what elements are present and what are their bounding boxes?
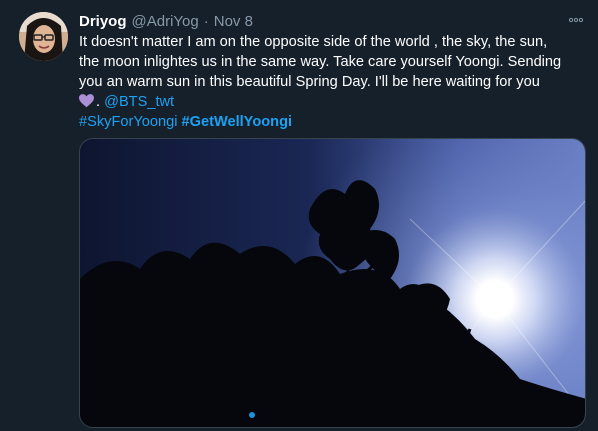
carousel-indicator — [249, 412, 255, 418]
tweet-text-line: the moon inlightes us in the same way. T… — [79, 54, 562, 70]
hashtags-line: #SkyForYoongi #GetWellYoongi — [79, 112, 591, 132]
hashtag-link[interactable]: #SkyForYoongi — [79, 114, 177, 130]
text-period: . — [96, 94, 101, 110]
tweet-header: Driyog @AdriYog · Nov 8 — [79, 11, 253, 31]
tweet-text-line: you an warm sun in this beautiful Spring… — [79, 74, 540, 90]
hashtag-link[interactable]: #GetWellYoongi — [182, 114, 293, 130]
tweet-text-line: It doesn't matter I am on the opposite s… — [79, 34, 548, 50]
separator: · — [203, 12, 209, 30]
avatar[interactable] — [19, 12, 68, 61]
tweet-photo[interactable] — [79, 138, 586, 428]
author-handle[interactable]: @AdriYog — [132, 13, 199, 30]
tweet-text: It doesn't matter I am on the opposite s… — [79, 32, 591, 132]
mention-link[interactable]: @BTS_twt — [104, 94, 174, 110]
author-name[interactable]: Driyog — [79, 13, 127, 30]
tweet-text-line-4: . @BTS_twt — [79, 92, 591, 112]
tweet[interactable]: Driyog @AdriYog · Nov 8 It doesn't matte… — [0, 0, 598, 431]
purple-heart-icon — [79, 94, 94, 108]
more-horizontal-icon[interactable] — [566, 13, 586, 27]
tweet-date[interactable]: Nov 8 — [214, 13, 253, 30]
